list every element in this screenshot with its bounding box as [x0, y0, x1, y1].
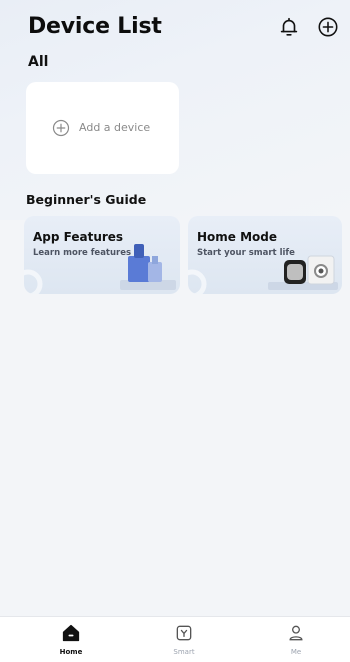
page-title: Device List [28, 14, 162, 39]
plus-circle-icon[interactable] [317, 16, 339, 38]
home-icon [62, 624, 80, 642]
tab-home[interactable]: Home [41, 617, 101, 662]
smart-icon [176, 625, 192, 641]
plus-circle-icon [52, 119, 70, 137]
user-icon [289, 625, 303, 641]
app-features-illustration [24, 244, 176, 294]
tab-bar: Home Smart Me [0, 616, 350, 662]
header: Device List [0, 0, 350, 80]
tab-label: Home [59, 648, 83, 656]
section-label-all: All [28, 54, 49, 70]
section-label-beginners-guide: Beginner's Guide [26, 192, 147, 207]
add-device-card[interactable]: Add a device [26, 82, 179, 174]
tab-label: Me [290, 648, 302, 656]
tab-label: Smart [173, 648, 195, 656]
tab-smart[interactable]: Smart [154, 617, 214, 662]
home-mode-illustration [188, 255, 338, 294]
guide-card-app-features[interactable]: App Features Learn more features [24, 216, 180, 294]
add-device-label: Add a device [79, 121, 151, 134]
tab-me[interactable]: Me [266, 617, 326, 662]
guide-card-home-mode[interactable]: Home Mode Start your smart life [188, 216, 342, 294]
bell-icon[interactable] [278, 16, 300, 38]
